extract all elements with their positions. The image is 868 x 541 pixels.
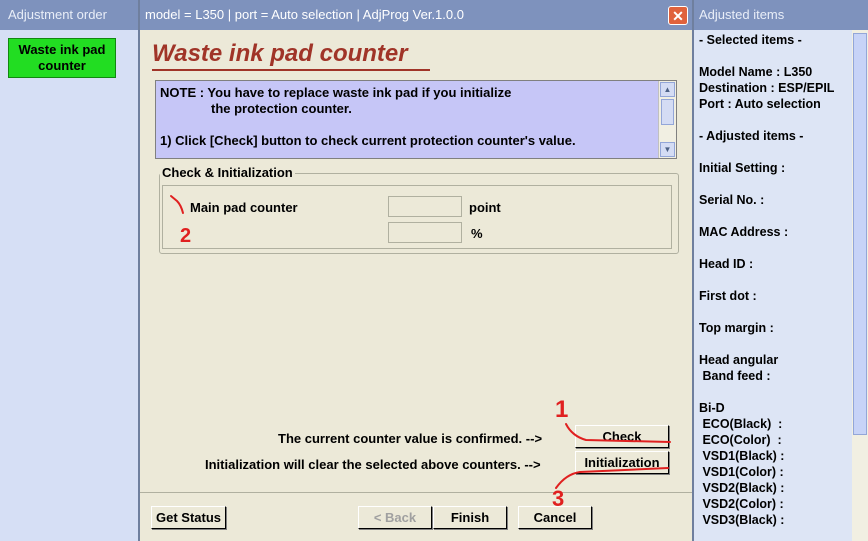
- annotation-number-2: 2: [180, 225, 191, 247]
- annotation-underline-check: [565, 423, 671, 443]
- annotation-number-3: 3: [552, 486, 564, 511]
- annotation-number-1: 1: [555, 396, 568, 423]
- annotation-underline-init: [555, 467, 669, 489]
- annotation-overlay: 1 2 3: [170, 195, 671, 511]
- annotation-mark-1: [170, 195, 184, 214]
